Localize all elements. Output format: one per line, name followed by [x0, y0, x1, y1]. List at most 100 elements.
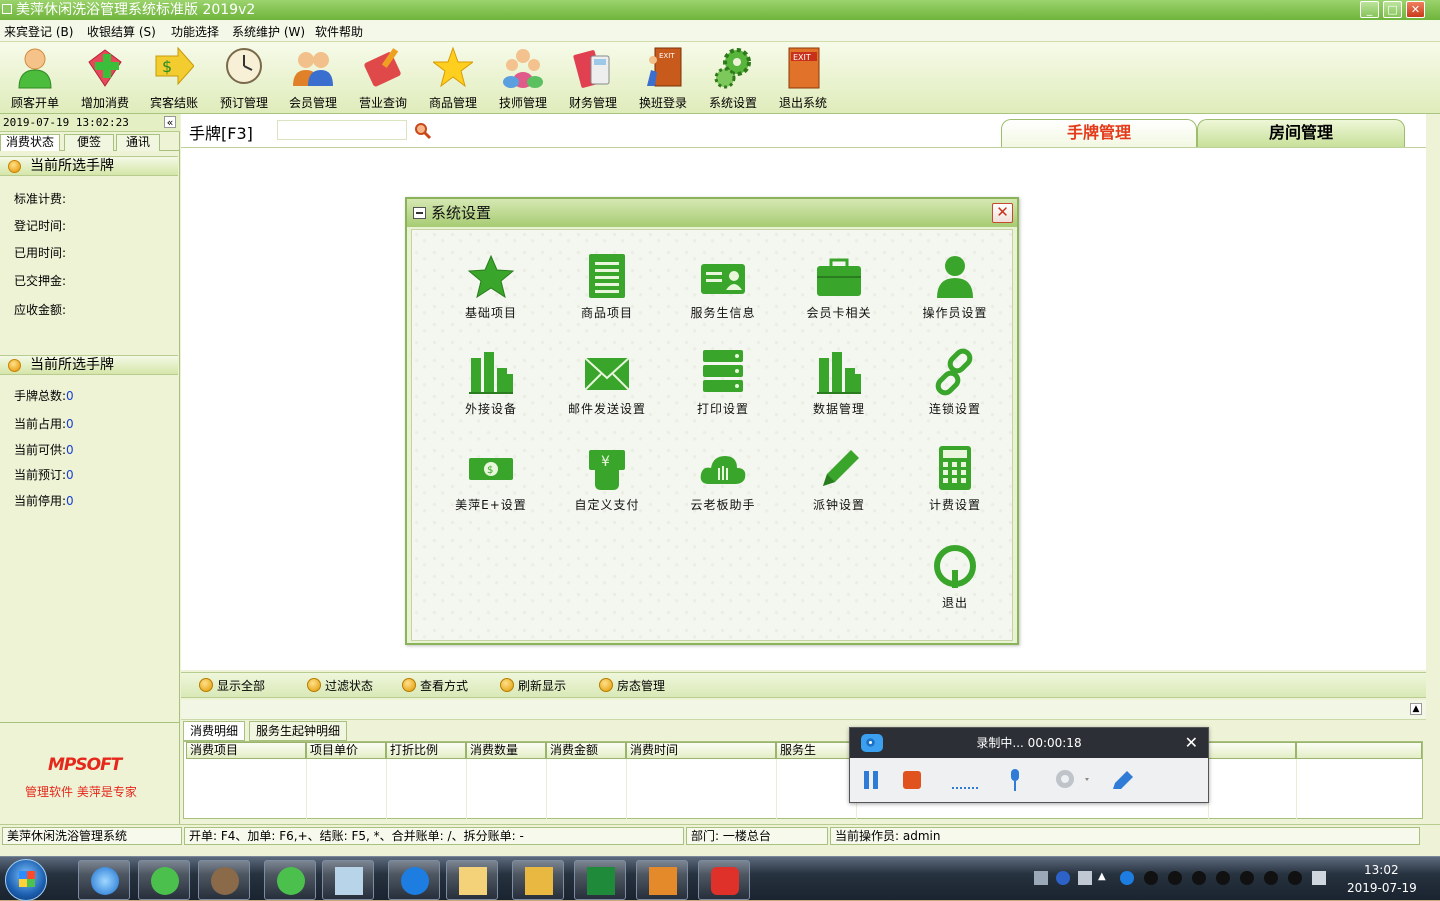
setting-exit[interactable]: 退出	[900, 542, 1010, 614]
toolbar-members-button[interactable]: 会员管理	[280, 46, 346, 112]
qq-icon[interactable]	[1216, 871, 1230, 885]
toolbar-shift-login-button[interactable]: EXIT 换班登录	[630, 46, 696, 112]
column-header[interactable]: 打折比例	[386, 742, 466, 759]
close-button[interactable]: ✕	[1406, 1, 1425, 18]
keyboard-icon[interactable]	[1034, 871, 1048, 885]
pencil-icon	[813, 444, 865, 492]
tab-notes[interactable]: 便签	[64, 134, 114, 151]
room-status-button[interactable]: 房态管理	[599, 677, 665, 694]
recorder-close-button[interactable]: ✕	[1185, 733, 1198, 753]
toolbar-exit-system-button[interactable]: EXIT 退出系统	[770, 46, 836, 112]
toolbar-checkout-button[interactable]: $ 宾客结账	[141, 46, 207, 112]
setting-member-card[interactable]: 会员卡相关	[784, 252, 894, 324]
setting-waiter-info[interactable]: 服务生信息	[668, 252, 778, 324]
taskbar-refresh-app[interactable]	[264, 860, 316, 900]
qq-icon[interactable]	[1288, 871, 1302, 885]
expand-up-icon[interactable]: ▲	[1410, 703, 1422, 715]
qq-icon[interactable]	[1264, 871, 1278, 885]
setting-data-management[interactable]: 数据管理	[784, 348, 894, 420]
tab-room-management[interactable]: 房间管理	[1197, 119, 1405, 147]
qq-icon[interactable]	[1240, 871, 1254, 885]
toolbar-system-settings-button[interactable]: 系统设置	[700, 46, 766, 112]
taskbar-teamviewer[interactable]	[388, 860, 440, 900]
splitter-bar[interactable]: ▲	[181, 700, 1426, 720]
taskbar-notepad[interactable]	[322, 860, 374, 900]
setting-custom-payment[interactable]: ¥ 自定义支付	[552, 444, 662, 516]
microphone-icon[interactable]	[1003, 767, 1029, 793]
column-header[interactable]	[1296, 742, 1422, 759]
menu-functions[interactable]: 功能选择	[171, 23, 219, 40]
tab-hand-tag-management[interactable]: 手牌管理	[1001, 119, 1197, 147]
view-mode-button[interactable]: 查看方式	[402, 677, 468, 694]
setting-print[interactable]: 打印设置	[668, 348, 778, 420]
toolbar-technician-button[interactable]: 技师管理	[490, 46, 556, 112]
tab-contacts[interactable]: 通讯	[116, 134, 160, 151]
taskbar-recorder[interactable]	[698, 860, 750, 900]
qq-icon[interactable]	[1192, 871, 1206, 885]
menu-maintenance[interactable]: 系统维护 (W)	[232, 23, 305, 40]
column-header[interactable]: 消费金额	[546, 742, 626, 759]
tray-expand-icon[interactable]: ▲	[1098, 871, 1112, 885]
setting-cloud-boss[interactable]: 云老板助手	[668, 444, 778, 516]
column-header[interactable]: 项目单价	[306, 742, 386, 759]
start-button[interactable]	[5, 859, 47, 901]
teamviewer-tray-icon[interactable]	[1120, 871, 1134, 885]
setting-assign-clock[interactable]: 派钟设置	[784, 444, 894, 516]
toolbar-goods-button[interactable]: 商品管理	[420, 46, 486, 112]
filter-status-button[interactable]: 过滤状态	[307, 677, 373, 694]
column-header[interactable]: 消费时间	[626, 742, 776, 759]
setting-email[interactable]: 邮件发送设置	[552, 348, 662, 420]
taskbar-meiping[interactable]	[512, 860, 564, 900]
dialog-close-button[interactable]: ✕	[992, 203, 1013, 223]
tab-consume-details[interactable]: 消费明细	[183, 721, 246, 741]
qq-icon[interactable]	[1168, 871, 1182, 885]
setting-external-devices[interactable]: 外接设备	[436, 348, 546, 420]
taskbar-books[interactable]	[636, 860, 688, 900]
menu-guest-register[interactable]: 来宾登记 (B)	[4, 23, 73, 40]
show-all-button[interactable]: 显示全部	[199, 677, 265, 694]
toolbar-reservation-button[interactable]: 预订管理	[211, 46, 277, 112]
clock-time[interactable]: 13:02	[1364, 863, 1399, 877]
toolbar-business-query-button[interactable]: 营业查询	[350, 46, 416, 112]
clock-date[interactable]: 2019-07-19	[1347, 881, 1417, 895]
taskbar-explorer[interactable]	[446, 860, 498, 900]
audio-level-icon[interactable]	[950, 767, 982, 793]
taskbar-ie[interactable]	[78, 860, 130, 900]
search-input[interactable]	[277, 120, 407, 140]
toolbar-finance-button[interactable]: 财务管理	[560, 46, 626, 112]
toolbar-customer-order-button[interactable]: 顾客开单	[2, 46, 68, 112]
taskbar-app-avatar[interactable]	[198, 860, 250, 900]
search-icon[interactable]	[414, 122, 432, 140]
setting-chain[interactable]: 连锁设置	[900, 348, 1010, 420]
menu-checkout[interactable]: 收银结算 (S)	[87, 23, 156, 40]
webcam-icon[interactable]	[1053, 767, 1093, 793]
refresh-button[interactable]: 刷新显示	[500, 677, 566, 694]
toolbar-add-consume-button[interactable]: 增加消费	[72, 46, 138, 112]
setting-goods-items[interactable]: 商品项目	[552, 252, 662, 324]
maximize-button[interactable]: □	[1383, 1, 1402, 18]
column-header[interactable]: 消费项目	[186, 742, 306, 759]
column-header[interactable]: 消费数量	[466, 742, 546, 759]
help-icon[interactable]	[1056, 871, 1070, 885]
qq-icon[interactable]	[1144, 871, 1158, 885]
tray-restore-icon[interactable]	[1078, 871, 1092, 885]
pause-icon[interactable]	[860, 767, 882, 793]
menu-help[interactable]: 软件帮助	[315, 23, 363, 40]
column-header[interactable]: 服务生	[776, 742, 856, 759]
collapse-panel-button[interactable]: «	[164, 116, 176, 128]
setting-billing[interactable]: 计费设置	[900, 444, 1010, 516]
stop-icon[interactable]	[901, 767, 923, 793]
taskbar-wechat[interactable]	[138, 860, 190, 900]
tab-waiter-clock-details[interactable]: 服务生起钟明细	[249, 721, 348, 741]
pen-icon[interactable]	[1109, 767, 1137, 793]
setting-operator[interactable]: 操作员设置	[900, 252, 1010, 324]
tab-consume-status[interactable]: 消费状态	[0, 134, 60, 151]
minimize-button[interactable]: _	[1360, 1, 1379, 18]
volume-icon[interactable]	[1312, 871, 1326, 885]
column-header[interactable]	[1208, 742, 1296, 759]
setting-basic-items[interactable]: 基础项目	[436, 252, 546, 324]
setting-meiping-eplus[interactable]: $ 美萍E+设置	[436, 444, 546, 516]
taskbar-excel[interactable]	[574, 860, 626, 900]
gears-icon	[713, 46, 753, 90]
dialog-system-menu-icon[interactable]	[413, 207, 426, 219]
